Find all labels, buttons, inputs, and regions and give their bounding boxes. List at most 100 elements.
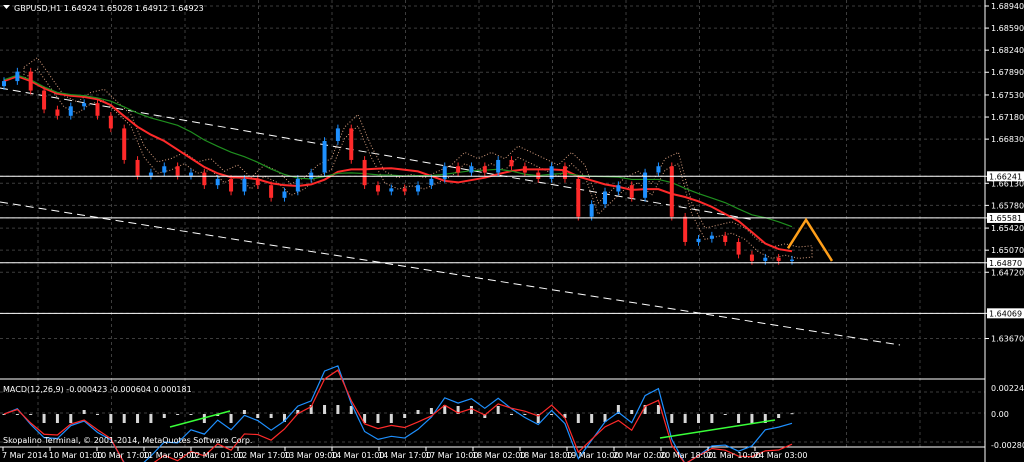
- candle-body: [215, 178, 220, 186]
- copyright-text: Skopalino Terminal, © 2001-2014, MetaQuo…: [3, 436, 252, 445]
- macd-histogram-bar: [790, 413, 794, 415]
- candle-body: [335, 128, 340, 142]
- macd-histogram-bar: [723, 414, 727, 415]
- candle-body: [229, 178, 234, 192]
- chart-menu-icon[interactable]: [3, 5, 10, 9]
- candle-body: [322, 141, 327, 173]
- macd-histogram-bar: [15, 414, 19, 415]
- candle-body: [522, 166, 527, 173]
- price-label: 1.67530: [991, 91, 1024, 100]
- moving-average-red: [3, 75, 793, 253]
- macd-indicator-label: MACD(12,26,9) -0.000423 -0.000604 0.0001…: [3, 385, 192, 394]
- moving-average-green: [3, 74, 793, 228]
- candle-body: [683, 216, 688, 242]
- candle-body: [576, 178, 581, 217]
- macd-histogram-bar: [590, 414, 594, 423]
- time-label: 19 Mar 10:00: [566, 451, 619, 460]
- candle-body: [549, 166, 554, 179]
- macd-histogram-bar: [269, 414, 273, 418]
- price-projection: [786, 217, 834, 262]
- candle-body: [482, 166, 487, 173]
- cloud-band: [23, 57, 813, 259]
- price-label: 1.67890: [991, 68, 1024, 77]
- macd-histogram-bar: [683, 414, 687, 423]
- candle-body: [108, 115, 113, 129]
- grid: [0, 0, 985, 447]
- macd-histogram-bar: [403, 414, 407, 418]
- candle-body: [309, 172, 314, 179]
- macd-histogram-bar: [42, 414, 46, 423]
- candle-body: [469, 166, 474, 173]
- candle-body: [188, 172, 193, 176]
- price-label: 1.67180: [991, 113, 1024, 122]
- price-label: 1.66130: [991, 179, 1024, 188]
- candle-body: [696, 238, 701, 242]
- macd-histogram-bar: [122, 414, 126, 423]
- moving-averages: [3, 74, 793, 253]
- macd-histogram-bar: [349, 406, 353, 414]
- candle-body: [656, 166, 661, 173]
- candle-body: [456, 166, 461, 173]
- macd-histogram-bar: [710, 414, 714, 423]
- candle-body: [402, 188, 407, 192]
- trend-channel: [0, 87, 901, 346]
- time-label: 10 Mar 17:00: [96, 451, 149, 460]
- macd-histogram-bar: [336, 405, 340, 414]
- macd-histogram-bar: [176, 414, 180, 415]
- price-label: 1.68940: [991, 2, 1024, 11]
- macd-histogram-bar: [630, 410, 634, 414]
- time-label: 12 Mar 01:00: [190, 451, 243, 460]
- channel-lower-line: [0, 201, 901, 346]
- candle-body: [776, 257, 781, 261]
- macd-histogram-bar: [496, 406, 500, 414]
- price-label: 1.66830: [991, 135, 1024, 144]
- candle-body: [362, 159, 367, 186]
- macd-histogram-bar: [242, 410, 246, 414]
- candle-body: [28, 71, 33, 91]
- candle-body: [269, 185, 274, 198]
- candle-body: [255, 178, 260, 186]
- ichimoku-cloud: [23, 57, 813, 259]
- macd-label: 0.00224: [991, 384, 1024, 393]
- macd-label: 0.00: [991, 410, 1009, 419]
- macd-label: -0.00280: [991, 441, 1024, 450]
- macd-histogram-bar: [670, 414, 674, 423]
- candle-body: [375, 185, 380, 192]
- macd-histogram-bar: [389, 414, 393, 423]
- candle-body: [389, 188, 394, 192]
- time-label: 13 Mar 09:00: [284, 451, 337, 460]
- chart-canvas[interactable]: 1.68940 1.68590 1.68240 1.67890 1.67530 1.671…: [0, 0, 1024, 462]
- candle-body: [162, 166, 167, 173]
- symbol-title: GBPUSD,H1 1.64924 1.65028 1.64912 1.6492…: [14, 4, 204, 13]
- macd-histogram-bar: [416, 410, 420, 414]
- macd-histogram-bar: [229, 414, 233, 423]
- macd-histogram-bar: [109, 414, 113, 423]
- price-label: 1.63670: [991, 335, 1024, 344]
- time-label: 14 Mar 17:00: [378, 451, 431, 460]
- candle-body: [429, 178, 434, 186]
- candle-body: [349, 128, 354, 160]
- price-label: 1.68590: [991, 24, 1024, 33]
- macd-histogram-bar: [750, 414, 754, 423]
- divergence-line: [659, 419, 776, 439]
- time-label: 20 Mar 18:00: [660, 451, 713, 460]
- price-label: 1.65420: [991, 224, 1024, 233]
- time-axis: 7 Mar 2014 10 Mar 01:0010 Mar 17:0011 Mar…: [2, 447, 807, 460]
- macd-histogram-bar: [149, 414, 153, 423]
- macd-histogram-bar: [82, 410, 86, 414]
- price-label: 1.64720: [991, 268, 1024, 277]
- time-label: 12 Mar 17:00: [237, 451, 290, 460]
- candle-body: [562, 166, 567, 179]
- symbol-header: GBPUSD,H1 1.64924 1.65028 1.64912 1.6492…: [3, 4, 204, 13]
- price-label: 1.68240: [991, 46, 1024, 55]
- candle-body: [589, 204, 594, 217]
- horizontal-levels: [0, 175, 985, 314]
- candle-body: [616, 185, 621, 192]
- macd-histogram-bar: [69, 414, 73, 423]
- macd-histogram-bar: [510, 414, 514, 415]
- candle-body: [282, 191, 287, 198]
- candle-body: [736, 241, 741, 255]
- candle-body: [669, 166, 674, 217]
- macd-panel: [2, 365, 794, 462]
- candle-body: [175, 166, 180, 176]
